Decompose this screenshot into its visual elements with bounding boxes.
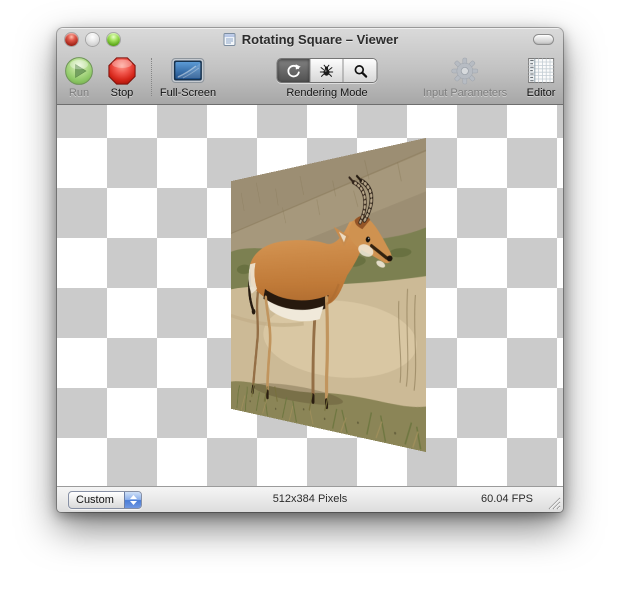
desktop-background: Rotating Square – Viewer: [0, 0, 622, 595]
fps-counter: 60.04 FPS: [481, 493, 533, 505]
bug-icon: [319, 63, 335, 79]
run-button[interactable]: Run: [64, 54, 94, 99]
fullscreen-button[interactable]: Full-Screen: [160, 54, 216, 99]
editor-button[interactable]: Editor: [527, 54, 556, 99]
zoom-button[interactable]: [107, 33, 120, 46]
close-button[interactable]: [65, 33, 78, 46]
window-title: Rotating Square – Viewer: [242, 32, 399, 47]
rotating-square-quad: [231, 138, 426, 452]
rendering-mode-segmented-control: [277, 58, 378, 83]
play-icon: [64, 54, 94, 87]
rotate-icon: [286, 63, 302, 79]
title-group: Rotating Square – Viewer: [222, 32, 399, 47]
magnifier-icon: [352, 63, 368, 79]
title-bar[interactable]: Rotating Square – Viewer: [57, 28, 563, 50]
stop-icon: [107, 54, 137, 87]
gazelle-photo: [231, 138, 426, 452]
fullscreen-label: Full-Screen: [160, 87, 216, 99]
window-chrome: Rotating Square – Viewer: [57, 28, 563, 105]
document-proxy-icon: [222, 32, 237, 47]
table-icon: [527, 54, 556, 87]
window-controls: [65, 33, 120, 46]
run-label: Run: [64, 87, 94, 99]
toolbar: Run Stop: [57, 50, 563, 104]
resize-grip-icon[interactable]: [547, 496, 561, 510]
editor-label: Editor: [527, 87, 556, 99]
stop-button[interactable]: Stop: [107, 54, 137, 99]
display-icon: [160, 54, 216, 87]
viewer-window: Rotating Square – Viewer: [57, 28, 563, 512]
minimize-button[interactable]: [86, 33, 99, 46]
rendering-mode-label: Rendering Mode: [277, 87, 378, 99]
status-bar: Custom 512x384 Pixels 60.04 FPS: [57, 486, 563, 512]
input-parameters-label: Input Parameters: [423, 87, 507, 99]
stop-label: Stop: [107, 87, 137, 99]
toolbar-toggle-pill-button[interactable]: [533, 34, 554, 45]
toolbar-separator: [151, 58, 152, 96]
segment-rotate[interactable]: [278, 59, 311, 82]
rendering-mode-control: Rendering Mode: [277, 54, 378, 99]
render-canvas[interactable]: [57, 105, 563, 486]
segment-inspect[interactable]: [344, 59, 377, 82]
input-parameters-button[interactable]: Input Parameters: [423, 54, 507, 99]
gear-icon: [423, 54, 507, 87]
segment-debug[interactable]: [311, 59, 344, 82]
